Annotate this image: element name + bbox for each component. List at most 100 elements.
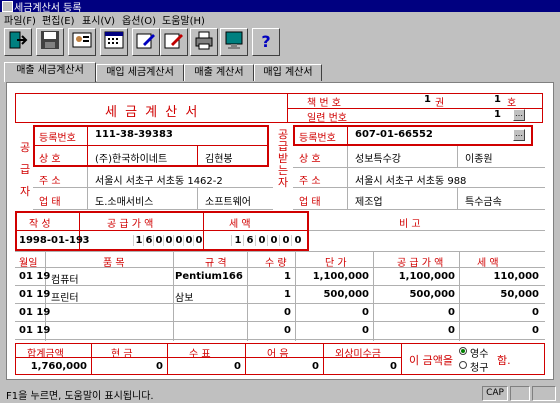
help-icon[interactable]: ? [252,28,280,56]
tab-purchase-invoice[interactable]: 매입 계산서 [254,64,322,81]
supplier-addr-label: 주 소 [39,176,61,187]
supplier-type[interactable]: 도.소매서비스 [95,193,153,208]
receipt-radio[interactable] [459,347,467,355]
menu-edit[interactable]: 편집(E) [42,12,75,27]
row1-spec[interactable]: Pentium166 [175,271,243,282]
book-no-label: 책 번 호 [307,98,341,109]
buyer-addr-label: 주 소 [299,176,321,187]
tab-sales-invoice[interactable]: 매출 계산서 [184,64,254,81]
total-label: 합계금액 [27,349,64,360]
serial-value[interactable]: 1 [477,109,501,120]
supplier-addr[interactable]: 서울시 서초구 서초동 1462-2 [95,172,223,187]
print-icon[interactable] [190,28,218,56]
status-text: F1을 누르면, 도움말이 표시됩니다. [6,391,154,402]
row2-supply[interactable]: 500,000 [373,289,455,300]
row2-tax[interactable]: 50,000 [459,289,539,300]
title-bar: 세금계산서 등록 [0,0,560,14]
supplier-name[interactable]: (주)한국하이네트 [95,150,167,165]
buyer-name[interactable]: 성보특수강 [355,150,401,165]
buyer-side-label: 공 급 받 는 자 [277,128,289,189]
amount-prefix: 이 금액을 [409,354,453,367]
supplier-reg-no[interactable]: 111-38-39383 [95,129,173,140]
status-panel-2 [510,386,530,401]
col-month: 월일 [19,258,38,269]
row3-price[interactable]: 0 [295,307,369,318]
date-label: 작 성 [29,219,51,230]
check-amount[interactable]: 0 [169,361,241,372]
bill-amount[interactable]: 0 [247,361,319,372]
supplier-reg-label: 등록번호 [39,133,76,144]
supplier-item[interactable]: 소프트웨어 [205,193,251,208]
cash-label: 현 금 [111,349,133,360]
row1-price[interactable]: 1,100,000 [295,271,369,282]
supply-digits-cell[interactable]: 0 [193,235,204,246]
row3-qty[interactable]: 0 [247,307,291,318]
col-tax: 세 액 [477,258,499,269]
menu-file[interactable]: 파일(F) [4,12,36,27]
menu-view[interactable]: 표시(V) [82,12,115,27]
invoice-date[interactable]: 1998-01-19 [19,235,83,246]
book-unit-label: 권 [435,98,445,109]
row4-price[interactable]: 0 [295,325,369,336]
menu-options[interactable]: 옵션(O) [122,12,156,27]
status-panel-3 [532,386,556,401]
credit-label: 외상미수금 [335,349,381,360]
buyer-type[interactable]: 제조업 [355,193,383,208]
book-page-value[interactable]: 1 [477,94,501,105]
row3-supply[interactable]: 0 [373,307,455,318]
total-amount[interactable]: 1,760,000 [17,361,87,372]
row3-tax[interactable]: 0 [459,307,539,318]
supplier-rep[interactable]: 김현봉 [205,150,233,165]
buyer-type-label: 업 태 [299,197,321,208]
check-label: 수 표 [189,349,211,360]
toolbar: ? [0,26,560,62]
row1-name[interactable]: 컴퓨터 [51,271,79,286]
monitor-icon[interactable] [220,28,248,56]
buyer-addr[interactable]: 서울시 서초구 서초동 988 [355,172,466,187]
col-qty: 수 량 [265,258,287,269]
serial-label: 일련 번호 [307,113,347,124]
buyer-item[interactable]: 특수금속 [465,193,502,208]
credit-amount[interactable]: 0 [325,361,397,372]
delete-form-icon[interactable] [160,28,188,56]
claim-label: 청구 [470,363,489,374]
calendar-icon[interactable] [100,28,128,56]
book-page-unit-label: 호 [507,98,517,109]
row2-price[interactable]: 500,000 [295,289,369,300]
user-book-icon[interactable] [68,28,96,56]
blank-count[interactable]: 3 [81,235,91,246]
col-spec: 규 격 [205,258,227,269]
row2-qty[interactable]: 1 [247,289,291,300]
row1-qty[interactable]: 1 [247,271,291,282]
row2-name[interactable]: 프린터 [51,289,79,304]
buyer-reg-no[interactable]: 607-01-66552 [355,129,433,140]
supplier-type-label: 업 태 [39,197,61,208]
menu-help[interactable]: 도움말(H) [162,12,205,27]
row2-md[interactable]: 01 19 [19,289,50,300]
row4-md[interactable]: 01 19 [19,325,50,336]
save-icon[interactable] [36,28,64,56]
tab-sales-tax-invoice[interactable]: 매출 세금계산서 [4,62,96,82]
cash-amount[interactable]: 0 [93,361,163,372]
tab-purchase-tax-invoice[interactable]: 매입 세금계산서 [96,64,184,81]
buyer-lookup-button[interactable]: … [513,129,525,141]
row1-supply[interactable]: 1,100,000 [373,271,455,282]
supplier-side-label: 공 급 자 [19,141,31,198]
exit-icon[interactable] [4,28,32,56]
serial-lookup-button[interactable]: … [513,109,525,121]
row4-qty[interactable]: 0 [247,325,291,336]
row3-md[interactable]: 01 19 [19,307,50,318]
row4-supply[interactable]: 0 [373,325,455,336]
edit-form-icon[interactable] [132,28,160,56]
row1-md[interactable]: 01 19 [19,271,50,282]
claim-radio[interactable] [459,361,467,369]
tax-digits-cell[interactable]: 0 [291,235,304,246]
tax-invoice-form: 세 금 계 산 서 책 번 호 1 권 1 호 일련 번호 1 … 공 급 자 … [6,82,554,380]
amount-suffix: 함. [497,354,511,367]
row1-tax[interactable]: 110,000 [459,271,539,282]
row4-tax[interactable]: 0 [459,325,539,336]
row2-spec[interactable]: 삼보 [175,289,193,304]
receipt-label: 영수 [470,349,489,360]
book-no-value[interactable]: 1 [407,94,431,105]
buyer-rep[interactable]: 이종원 [465,150,493,165]
